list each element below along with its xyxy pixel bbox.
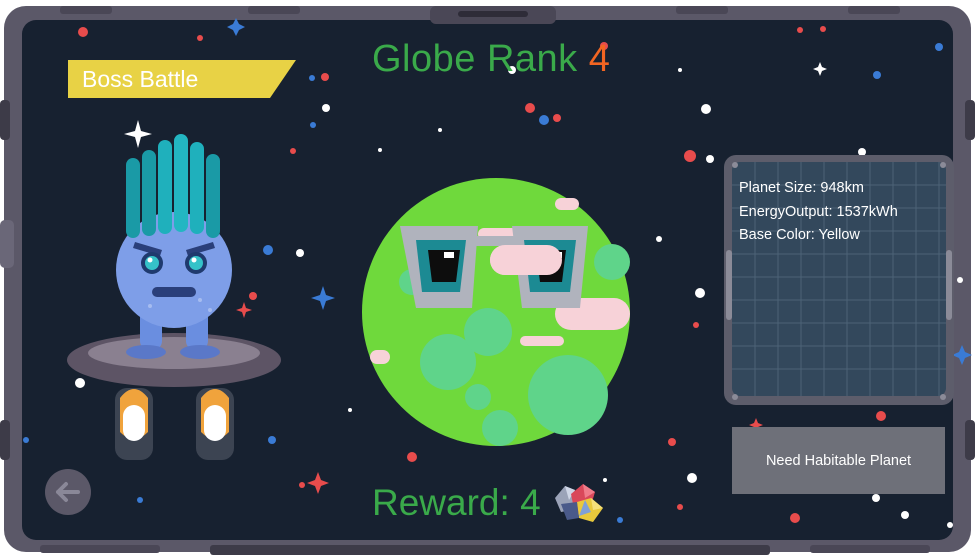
crystal-gem-icon <box>555 484 603 522</box>
reward-value: 4 <box>520 482 541 523</box>
reward-label: Reward: <box>372 482 510 523</box>
globe-rank-label: Globe Rank <box>372 38 578 80</box>
planet-size-text: Planet Size: 948km <box>739 180 864 196</box>
back-button[interactable] <box>44 468 92 516</box>
globe-rank-value: 4 <box>588 38 611 80</box>
reward-text: Reward: 4 <box>372 482 541 524</box>
arrow-left-icon <box>45 469 91 515</box>
energy-output-text: EnergyOutput: 1537kWh <box>739 204 898 220</box>
boss-battle-label: Boss Battle <box>82 66 199 92</box>
globe-rank-title: Globe Rank 4 <box>372 38 610 81</box>
game-screen: Globe Rank 4 Boss Battle Planet Size: 94… <box>0 0 975 555</box>
base-color-text: Base Color: Yellow <box>739 227 860 243</box>
need-habitable-planet-label: Need Habitable Planet <box>765 452 912 469</box>
need-habitable-planet-button[interactable]: Need Habitable Planet <box>732 427 945 494</box>
planet <box>362 178 630 446</box>
